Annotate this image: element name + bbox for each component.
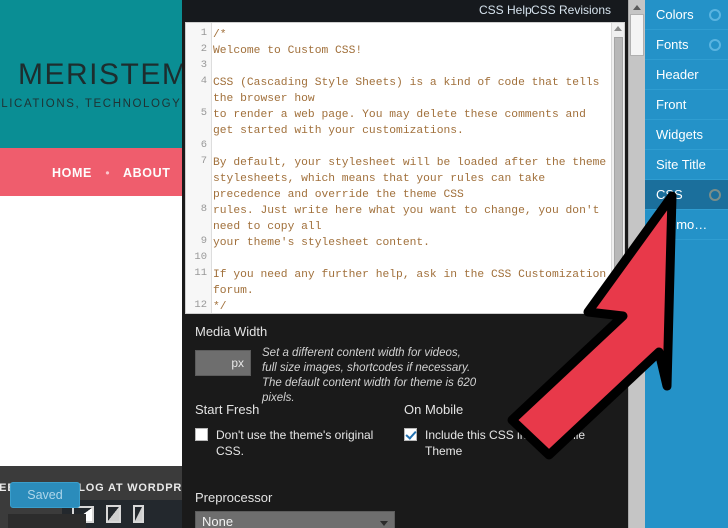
code-line — [213, 251, 610, 267]
customizer-vertical-scrollbar[interactable] — [628, 0, 645, 528]
preview-content-area — [0, 196, 182, 466]
code-line — [213, 139, 610, 155]
on-mobile-row[interactable]: Include this CSS in the Mobile Theme — [404, 427, 589, 459]
tablet-icon-fill — [108, 507, 119, 521]
media-width-label: Media Width — [195, 324, 267, 339]
on-mobile-checkbox-label: Include this CSS in the Mobile Theme — [425, 427, 589, 459]
nav-separator-dot: • — [105, 166, 109, 180]
section-toggle-icon[interactable] — [709, 9, 721, 21]
css-code-editor[interactable]: 123456789101112 /*Welcome to Custom CSS!… — [185, 22, 625, 314]
code-line: Welcome to Custom CSS! — [213, 43, 610, 59]
customizer-screen: MERISTEMOLA PLICATIONS, TECHNOLOGY AND H… — [0, 0, 728, 528]
preview-site-header: MERISTEMOLA PLICATIONS, TECHNOLOGY AND — [0, 0, 182, 148]
line-number: 3 — [201, 59, 207, 71]
preview-nav-item-home[interactable]: HOME — [52, 166, 92, 180]
code-line: to render a web page. You may delete the… — [213, 107, 610, 139]
custom-css-panel: CSS Help CSS Revisions 123456789101112 /… — [182, 0, 628, 528]
chevron-down-icon — [380, 521, 388, 526]
customizer-sidebar: Colors Fonts Header Front Widgets Site Title C… — [645, 0, 728, 528]
sidebar-item-site-title[interactable]: Site Title — [645, 150, 728, 180]
line-number: 6 — [201, 139, 207, 151]
sidebar-item-label: Site Title — [656, 157, 706, 172]
sidebar-item-label: estimo… — [656, 217, 707, 232]
sidebar-item-label: Header — [656, 67, 699, 82]
tablet-preview-icon[interactable] — [106, 505, 121, 523]
sidebar-item-label: Front — [656, 97, 686, 112]
sidebar-item-css[interactable]: CSS — [645, 180, 728, 210]
preprocessor-selected-value: None — [202, 514, 233, 528]
mobile-icon-fill — [135, 507, 142, 521]
css-panel-topbar: CSS Help CSS Revisions — [182, 0, 628, 22]
sidebar-item-fonts[interactable]: Fonts — [645, 30, 728, 60]
scroll-up-arrow-icon[interactable] — [614, 26, 622, 31]
start-fresh-checkbox[interactable] — [195, 428, 208, 441]
sidebar-item-label: Widgets — [656, 127, 703, 142]
sidebar-item-front[interactable]: Front — [645, 90, 728, 120]
media-width-input[interactable]: px — [195, 350, 251, 376]
sidebar-item-header[interactable]: Header — [645, 60, 728, 90]
section-toggle-icon[interactable] — [709, 39, 721, 51]
save-button[interactable]: Saved — [10, 482, 80, 508]
css-revisions-link[interactable]: CSS Revisions — [531, 3, 611, 17]
editor-code-content[interactable]: /*Welcome to Custom CSS! CSS (Cascading … — [213, 27, 610, 314]
line-number: 7 — [201, 155, 207, 167]
code-line: By default, your stylesheet will be load… — [213, 155, 610, 203]
line-number: 10 — [194, 251, 207, 263]
start-fresh-row[interactable]: Don't use the theme's original CSS. — [195, 427, 395, 459]
on-mobile-checkbox[interactable] — [404, 428, 417, 441]
scrollbar-up-arrow-icon[interactable] — [633, 5, 641, 10]
sidebar-item-label: Colors — [656, 7, 694, 22]
sidebar-item-estimo[interactable]: estimo… — [645, 210, 728, 240]
media-width-help-text: Set a different content width for videos… — [262, 346, 477, 406]
preview-nav-item-about[interactable]: ABOUT — [123, 166, 170, 180]
sidebar-item-colors[interactable]: Colors — [645, 0, 728, 30]
editor-line-number-gutter: 123456789101112 — [186, 23, 212, 313]
code-line: your theme's stylesheet content. — [213, 235, 610, 251]
sidebar-item-label: Fonts — [656, 37, 689, 52]
line-number: 5 — [201, 107, 207, 119]
code-line — [213, 59, 610, 75]
theme-preview-pane: MERISTEMOLA PLICATIONS, TECHNOLOGY AND H… — [0, 0, 182, 528]
preprocessor-label: Preprocessor — [195, 490, 272, 505]
mobile-preview-icon[interactable] — [133, 505, 144, 523]
code-line: If you need any further help, ask in the… — [213, 267, 610, 299]
preview-site-tagline: PLICATIONS, TECHNOLOGY AND — [0, 98, 182, 110]
line-number: 2 — [201, 43, 207, 55]
line-number: 8 — [201, 203, 207, 215]
preview-site-title: MERISTEMOLA — [18, 58, 182, 92]
code-line: CSS (Cascading Style Sheets) is a kind o… — [213, 75, 610, 107]
editor-scrollbar-thumb[interactable] — [614, 37, 623, 307]
sidebar-item-widgets[interactable]: Widgets — [645, 120, 728, 150]
code-line: /* — [213, 27, 610, 43]
sidebar-item-label: CSS — [656, 187, 683, 202]
line-number: 12 — [194, 299, 207, 311]
on-mobile-label: On Mobile — [404, 402, 463, 417]
line-number: 1 — [201, 27, 207, 39]
start-fresh-checkbox-label: Don't use the theme's original CSS. — [216, 427, 395, 459]
css-help-link[interactable]: CSS Help — [479, 3, 532, 17]
sidebar-bottom-strip — [8, 514, 86, 528]
line-number: 4 — [201, 75, 207, 87]
customizer-scrollbar-thumb[interactable] — [630, 14, 644, 56]
editor-vertical-scrollbar[interactable] — [611, 23, 624, 313]
preview-nav-bar: HOME • ABOUT — [0, 148, 182, 196]
section-toggle-icon[interactable] — [709, 189, 721, 201]
code-line: */ — [213, 299, 610, 314]
line-number: 11 — [194, 267, 207, 279]
preview-nav-links: HOME • ABOUT — [52, 164, 170, 182]
preprocessor-select[interactable]: None — [195, 511, 395, 528]
start-fresh-label: Start Fresh — [195, 402, 259, 417]
code-line: rules. Just write here what you want to … — [213, 203, 610, 235]
line-number: 9 — [201, 235, 207, 247]
